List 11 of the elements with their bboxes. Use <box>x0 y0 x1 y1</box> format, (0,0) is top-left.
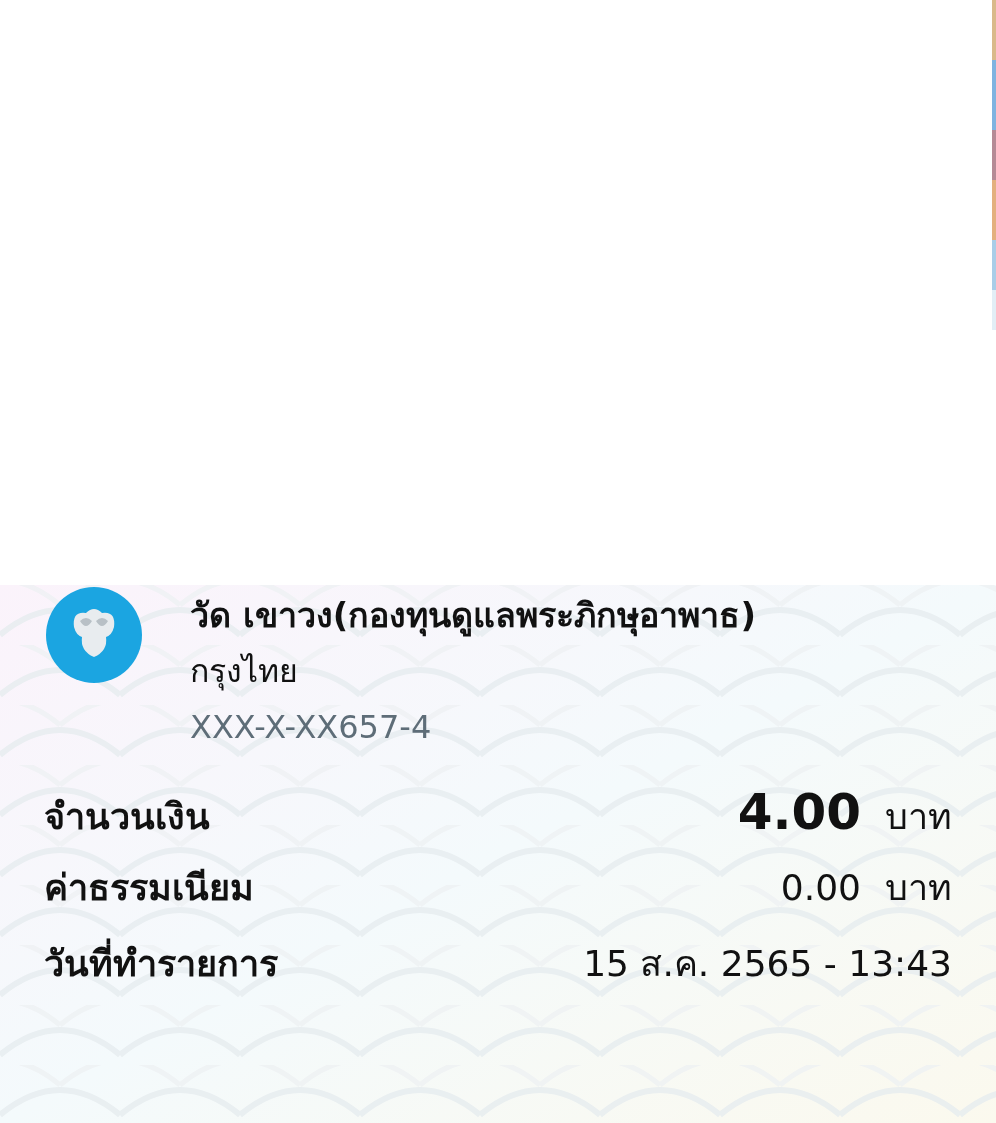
detail-label: จำนวนเงิน <box>44 795 210 839</box>
currency-unit: บาท <box>885 795 952 839</box>
bank-name: กรุงไทย <box>190 651 299 693</box>
detail-label: ค่าธรรมเนียม <box>44 866 254 910</box>
currency-unit: บาท <box>885 866 952 910</box>
amount-value: 4.00 <box>737 783 861 841</box>
detail-label: วันที่ทำรายการ <box>44 935 278 992</box>
recipient-name: วัด เขาวง(กองทุนดูแลพระภิกษุอาพาธ) <box>190 594 756 639</box>
detail-value: 15 ส.ค. 2565 - 13:43 <box>583 942 952 986</box>
account-number: XXX-X-XX657-4 <box>190 707 433 748</box>
detail-value: 0.00 <box>780 867 861 908</box>
